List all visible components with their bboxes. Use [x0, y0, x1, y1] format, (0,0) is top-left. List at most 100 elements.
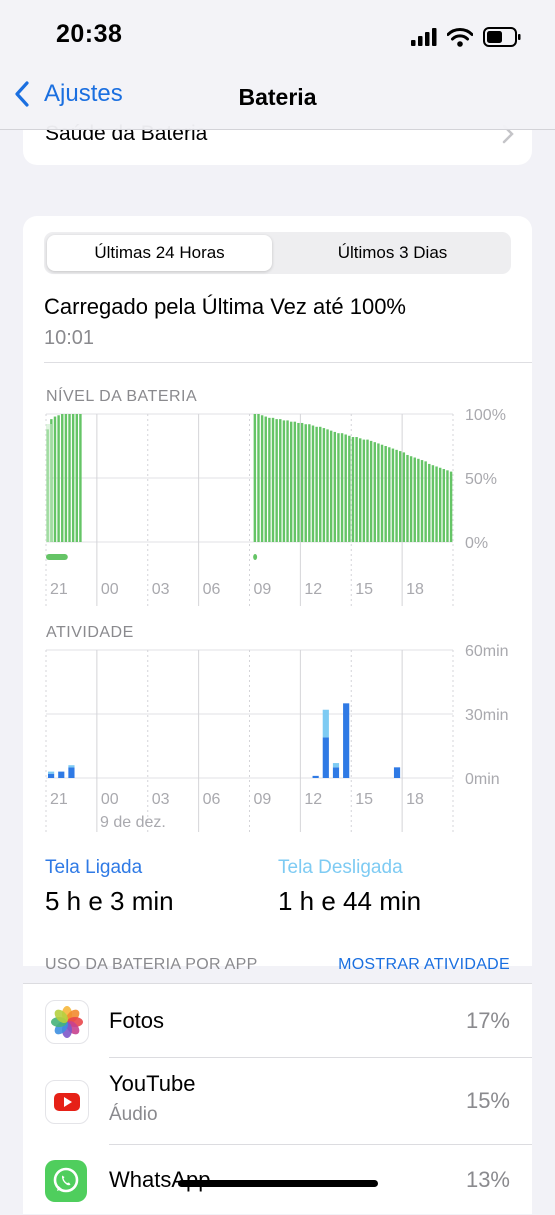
battery-bar	[402, 452, 406, 542]
battery-bar	[355, 437, 358, 542]
charging-overlay	[46, 424, 52, 542]
battery-bar	[71, 414, 75, 542]
nav-divider	[0, 129, 555, 130]
time-range-segmented-control: Últimas 24 Horas Últimos 3 Dias	[44, 232, 511, 274]
battery-bar	[311, 425, 315, 542]
page-title-overlay: Bateria	[238, 84, 317, 110]
last-charged-text: Carregado pela Última Vez até 100%	[44, 294, 406, 319]
app-percentage: 17%	[465, 1008, 510, 1033]
screen-off-bar	[322, 709, 329, 738]
home-indicator[interactable]	[178, 1180, 378, 1187]
last-charged-time: 10:01	[44, 327, 95, 349]
battery-bar	[75, 414, 79, 542]
battery-bar	[268, 417, 271, 542]
battery-bar	[308, 424, 311, 542]
battery-bar	[257, 414, 260, 542]
whatsapp-icon	[45, 1160, 87, 1202]
battery-bar	[380, 444, 384, 542]
battery-bar	[264, 416, 267, 542]
battery-bar	[420, 460, 424, 542]
segment-last-24-hours[interactable]: Últimas 24 Horas	[47, 235, 272, 271]
y-tick-label: 50%	[465, 471, 497, 488]
battery-bar	[260, 415, 264, 542]
battery-bar	[366, 439, 369, 542]
battery-card: Últimas 24 Horas Últimos 3 Dias Carregad…	[23, 216, 532, 966]
battery-bar	[359, 438, 362, 542]
battery-bar	[53, 416, 57, 542]
screen-off-bar	[48, 771, 55, 774]
battery-bar	[271, 417, 275, 542]
y-tick-label: 0min	[465, 771, 500, 788]
divider	[44, 362, 532, 363]
screen-on-bar	[58, 771, 65, 778]
app-name: Fotos	[109, 1008, 165, 1033]
x-tick-label: 21	[50, 791, 68, 808]
status-icons-overlay	[411, 22, 521, 52]
show-activity-link[interactable]: MOSTRAR ATIVIDADE	[338, 956, 510, 974]
screen-on-bar	[48, 773, 55, 778]
x-tick-label: 00	[101, 581, 119, 598]
x-tick-label: 03	[152, 581, 170, 598]
battery-bar	[68, 414, 71, 542]
app-row-youtube[interactable]: YouTube Áudio 15%	[23, 1058, 532, 1145]
x-tick-label: 12	[304, 791, 322, 808]
battery-bar	[253, 414, 257, 542]
battery-bar	[406, 454, 409, 542]
photos-icon	[45, 1000, 89, 1044]
x-tick-label: 18	[406, 791, 424, 808]
screen-on-bar	[332, 767, 340, 778]
battery-bar	[293, 421, 297, 542]
battery-bar	[79, 414, 82, 542]
activity-label: ATIVIDADE	[46, 624, 134, 641]
x-tick-label: 00	[101, 791, 119, 808]
battery-bar	[322, 428, 326, 542]
battery-bar	[413, 457, 416, 542]
screen-on-bar	[68, 767, 75, 778]
battery-bar	[388, 447, 391, 542]
battery-bar	[289, 421, 293, 542]
screen-on-bar	[322, 737, 329, 778]
battery-bar	[424, 461, 427, 542]
screen-on-bar	[343, 703, 350, 778]
battery-bar	[344, 434, 347, 542]
battery-bar	[369, 440, 373, 542]
battery-bar	[435, 466, 438, 542]
charging-indicator	[253, 554, 258, 560]
y-tick-label: 60min	[465, 643, 509, 660]
battery-bar	[409, 456, 413, 542]
battery-bar	[362, 439, 366, 542]
screen-off-label: Tela Desligada	[278, 857, 403, 878]
x-tick-label: 09	[254, 581, 272, 598]
battery-bar	[326, 429, 329, 542]
x-tick-label: 09	[254, 791, 272, 808]
battery-bar	[431, 465, 435, 542]
battery-bar	[300, 422, 304, 542]
charging-indicator	[46, 554, 68, 560]
screen-off-bar	[68, 765, 75, 768]
battery-bar	[329, 430, 333, 542]
x-tick-label: 21	[50, 581, 68, 598]
app-percentage: 13%	[465, 1167, 510, 1192]
battery-bar	[377, 443, 380, 542]
screen-on-bar	[393, 767, 401, 778]
battery-bar	[286, 420, 289, 542]
x-tick-label: 18	[406, 581, 424, 598]
usage-by-app-header: USO DA BATERIA POR APP	[45, 956, 258, 973]
battery-bar	[337, 433, 340, 542]
battery-bar	[395, 449, 398, 542]
battery-bar	[57, 415, 60, 542]
youtube-icon	[45, 1080, 89, 1124]
battery-bar	[340, 433, 344, 542]
app-name: YouTube	[109, 1071, 196, 1096]
x-tick-label: 15	[355, 581, 373, 598]
y-tick-label: 30min	[465, 707, 509, 724]
battery-bar	[315, 426, 318, 542]
activity-chart: 60min 30min 0min 21 00 03 06 09 12 15 18	[45, 643, 509, 832]
battery-bar	[384, 446, 387, 542]
x-tick-label: 03	[152, 791, 170, 808]
screen-off-value: 1 h e 44 min	[278, 886, 422, 916]
battery-bar	[442, 469, 446, 542]
app-row-fotos[interactable]: Fotos 17%	[23, 984, 532, 1058]
app-subtitle: Áudio	[109, 1104, 158, 1125]
segment-last-3-days[interactable]: Últimos 3 Dias	[277, 235, 508, 271]
